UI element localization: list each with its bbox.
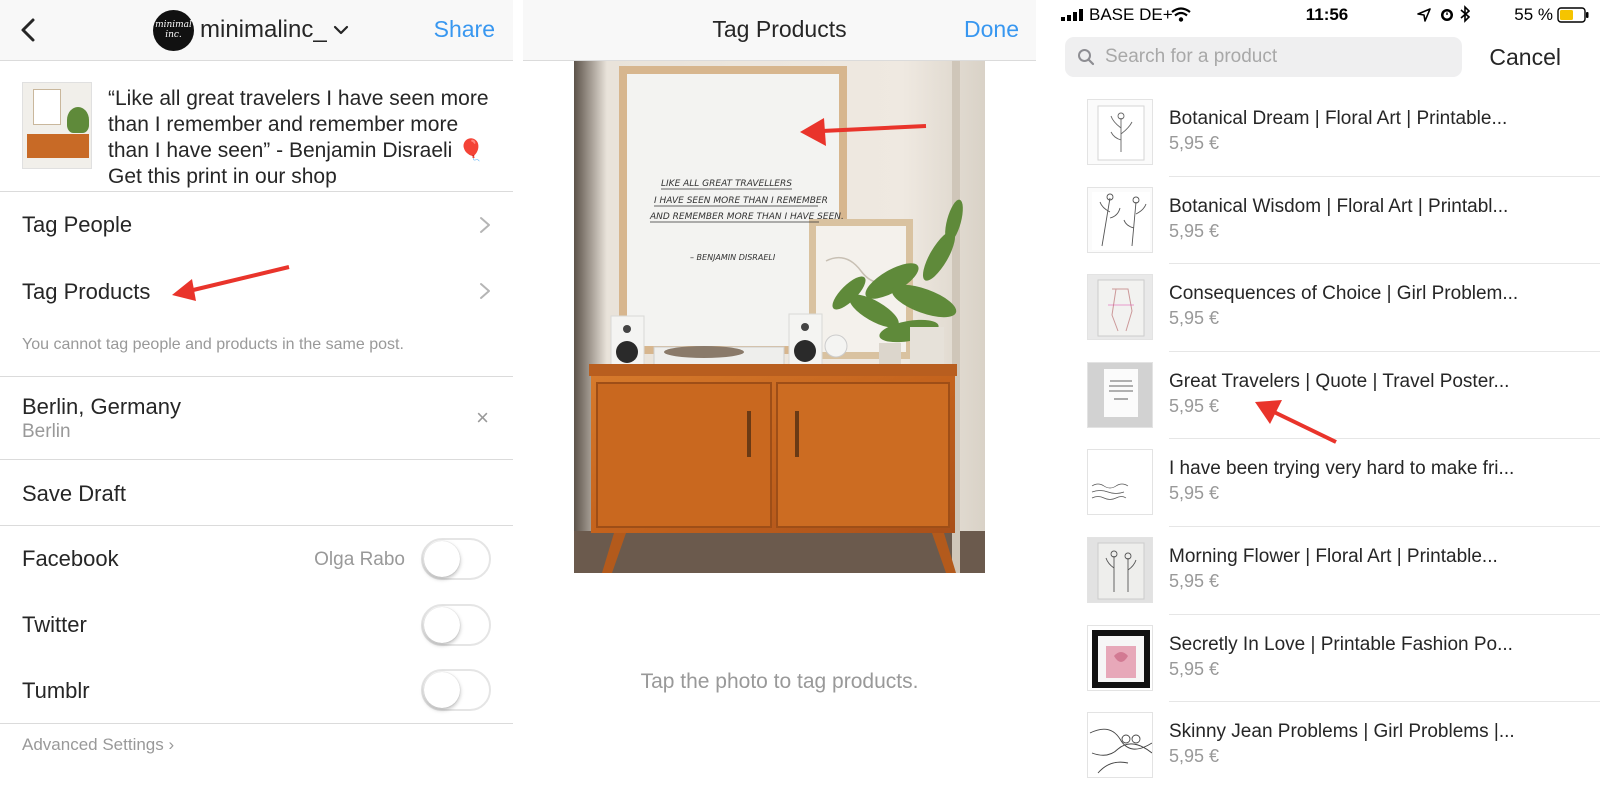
product-thumbnail (1087, 361, 1153, 428)
facebook-toggle[interactable] (421, 538, 491, 580)
tap-photo-hint: Tap the photo to tag products. (640, 670, 919, 693)
tag-products-label: Tag Products (22, 279, 151, 304)
product-price: 5,95 € (1169, 308, 1220, 329)
chevron-left-icon[interactable] (14, 14, 44, 46)
location-city: Berlin (22, 421, 71, 442)
alarm-icon (1441, 9, 1453, 21)
chevron-right-icon (480, 217, 490, 233)
product-item[interactable]: Skinny Jean Problems | Girl Problems |..… (1054, 702, 1600, 790)
twitter-toggle[interactable] (421, 604, 491, 646)
battery-percent: 55 % (1514, 5, 1553, 24)
save-draft-row[interactable]: Save Draft (0, 460, 513, 525)
battery-icon (1557, 7, 1589, 23)
screen-title: Tag Products (712, 16, 847, 42)
product-price: 5,95 € (1169, 746, 1220, 767)
product-item[interactable]: Great Travelers | Quote | Travel Poster.… (1054, 352, 1600, 440)
product-name: Skinny Jean Problems | Girl Problems |..… (1169, 721, 1515, 743)
product-item[interactable]: Morning Flower | Floral Art | Printable.… (1054, 527, 1600, 615)
share-tumblr-row: Tumblr (0, 658, 513, 723)
product-item[interactable]: Secretly In Love | Printable Fashion Po.… (1054, 615, 1600, 703)
search-icon (1078, 49, 1095, 66)
poster-line-4: – BENJAMIN DISRAELI (690, 253, 776, 262)
product-name: Morning Flower | Floral Art | Printable.… (1169, 545, 1498, 567)
product-name: Botanical Dream | Floral Art | Printable… (1169, 108, 1508, 129)
account-name[interactable]: minimalinc_ (200, 16, 327, 44)
location-row[interactable]: Berlin, Germany Berlin × (0, 377, 513, 459)
facebook-account-name: Olga Rabo (314, 549, 405, 570)
tag-people-row[interactable]: Tag People (0, 192, 513, 258)
twitter-label: Twitter (22, 612, 87, 637)
product-thumbnail (1087, 99, 1153, 165)
tag-products-header: Tag Products Done (523, 0, 1036, 61)
product-item[interactable]: Botanical Dream | Floral Art | Printable… (1054, 89, 1600, 177)
product-item[interactable]: Botanical Wisdom | Floral Art | Printabl… (1054, 177, 1600, 265)
caption-text[interactable]: “Like all great travelers I have seen mo… (108, 86, 498, 189)
search-input[interactable] (1105, 41, 1455, 73)
tag-products-row[interactable]: Tag Products (0, 258, 513, 324)
chevron-right-icon (480, 283, 490, 299)
product-price: 5,95 € (1169, 658, 1220, 679)
product-item[interactable]: Consequences of Choice | Girl Problem...… (1054, 264, 1600, 352)
product-thumbnail (1087, 186, 1153, 253)
tag-people-label: Tag People (22, 212, 133, 237)
location-name: Berlin, Germany (22, 394, 181, 419)
tumblr-toggle[interactable] (421, 669, 491, 711)
close-icon[interactable]: × (476, 405, 489, 431)
product-list: Botanical Dream | Floral Art | Printable… (1054, 89, 1600, 790)
product-price: 5,95 € (1169, 220, 1220, 241)
advanced-settings-link[interactable]: Advanced Settings › (22, 735, 174, 755)
poster-line-3: AND REMEMBER MORE THAN I HAVE SEEN. (649, 212, 844, 222)
new-post-screen: minimal inc. minimalinc_ Share “Like all… (0, 0, 513, 803)
photo-scene: LIKE ALL GREAT TRAVELLERS I HAVE SEEN MO… (574, 61, 985, 573)
post-header: minimal inc. minimalinc_ Share (0, 0, 513, 61)
cancel-button[interactable]: Cancel (1489, 44, 1561, 71)
product-price: 5,95 € (1169, 483, 1220, 504)
product-name: Secretly In Love | Printable Fashion Po.… (1169, 633, 1513, 655)
location-arrow-icon (1417, 8, 1431, 22)
product-thumbnail (1087, 449, 1153, 516)
product-thumbnail (1087, 712, 1153, 779)
facebook-label: Facebook (22, 546, 119, 571)
product-thumbnail (1087, 536, 1153, 603)
done-button[interactable]: Done (964, 16, 1019, 43)
bluetooth-icon (1460, 5, 1470, 23)
account-avatar[interactable]: minimal inc. (153, 10, 194, 51)
product-search-screen: BASE DE+ 11:56 55 % Cancel (1054, 0, 1600, 803)
product-item[interactable]: I have been trying very hard to make fri… (1054, 439, 1600, 527)
product-name: Botanical Wisdom | Floral Art | Printabl… (1169, 195, 1509, 217)
product-name: Consequences of Choice | Girl Problem... (1169, 283, 1519, 305)
poster-line-1: LIKE ALL GREAT TRAVELLERS (661, 179, 792, 189)
product-price: 5,95 € (1169, 395, 1220, 416)
product-thumbnail (1087, 274, 1153, 341)
status-bar: BASE DE+ 11:56 55 % (1054, 0, 1600, 30)
poster-line-2: I HAVE SEEN MORE THAN I REMEMBER (654, 196, 828, 206)
post-photo[interactable]: LIKE ALL GREAT TRAVELLERS I HAVE SEEN MO… (574, 61, 985, 573)
share-twitter-row: Twitter (0, 592, 513, 658)
product-name: I have been trying very hard to make fri… (1169, 458, 1515, 480)
save-draft-label: Save Draft (22, 481, 126, 506)
product-price: 5,95 € (1169, 133, 1220, 153)
share-facebook-row: Facebook Olga Rabo (0, 526, 513, 592)
post-thumbnail (22, 82, 92, 169)
chevron-down-icon[interactable] (333, 24, 349, 36)
tumblr-label: Tumblr (22, 678, 90, 703)
tag-products-screen: Tag Products Done LIKE ALL GREAT TRAVELL… (523, 0, 1036, 803)
product-price: 5,95 € (1169, 570, 1220, 591)
tag-restriction-note: You cannot tag people and products in th… (22, 336, 404, 353)
share-button[interactable]: Share (434, 16, 495, 43)
search-field[interactable] (1065, 37, 1462, 77)
product-thumbnail (1087, 624, 1153, 691)
product-name: Great Travelers | Quote | Travel Poster.… (1169, 370, 1510, 392)
